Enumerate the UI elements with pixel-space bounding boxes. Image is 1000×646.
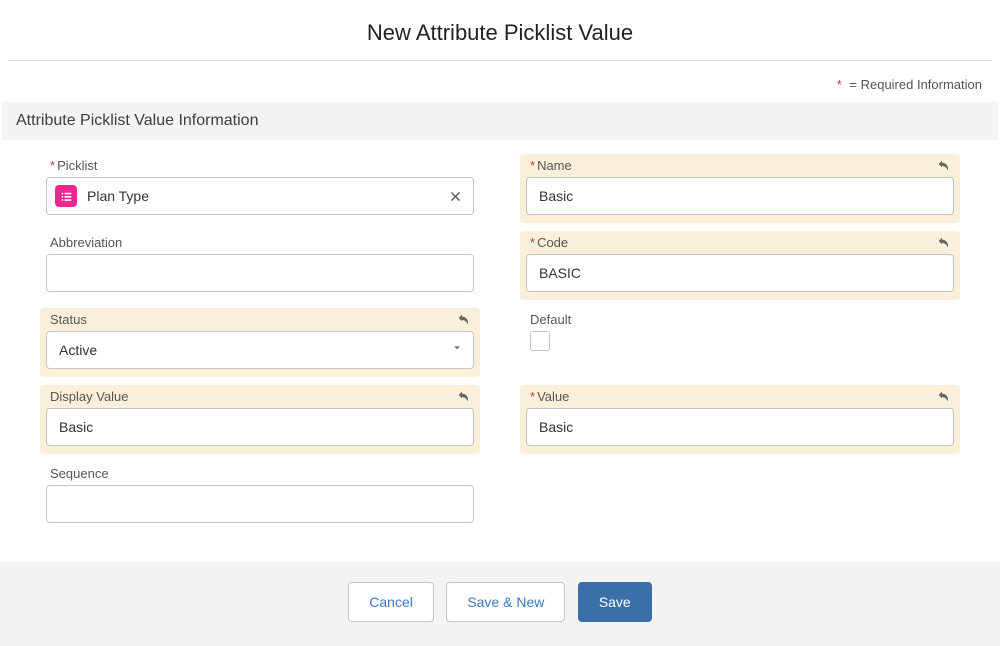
abbreviation-field: Abbreviation — [40, 231, 480, 300]
undo-icon[interactable] — [456, 389, 472, 405]
save-button[interactable]: Save — [578, 582, 652, 622]
display-value-label: Display Value — [46, 389, 474, 404]
status-label: Status — [46, 312, 474, 327]
default-label: Default — [526, 312, 954, 327]
default-field: Default — [520, 308, 960, 359]
footer-actions: Cancel Save & New Save — [0, 562, 1000, 646]
cancel-button[interactable]: Cancel — [348, 582, 434, 622]
picklist-field: *Picklist Plan Type — [40, 154, 480, 223]
clear-icon[interactable] — [445, 186, 465, 206]
value-label: *Value — [526, 389, 954, 404]
name-label: *Name — [526, 158, 954, 173]
asterisk-icon: * — [530, 389, 535, 404]
value-field: *Value — [520, 385, 960, 454]
picklist-value: Plan Type — [87, 188, 437, 204]
undo-icon[interactable] — [936, 235, 952, 251]
asterisk-icon: * — [530, 235, 535, 250]
default-checkbox[interactable] — [530, 331, 550, 351]
name-input[interactable] — [526, 177, 954, 215]
section-header: Attribute Picklist Value Information — [2, 102, 998, 140]
display-value-field: Display Value — [40, 385, 480, 454]
required-info-note: * = Required Information — [0, 61, 1000, 102]
asterisk-icon: * — [530, 158, 535, 173]
form-area: *Picklist Plan Type *Name — [0, 140, 1000, 559]
status-select[interactable]: Active — [46, 331, 474, 369]
display-value-input[interactable] — [46, 408, 474, 446]
asterisk-icon: * — [837, 77, 842, 92]
required-note-text: = Required Information — [849, 77, 982, 92]
asterisk-icon: * — [50, 158, 55, 173]
page-title: New Attribute Picklist Value — [0, 0, 1000, 60]
abbreviation-input[interactable] — [46, 254, 474, 292]
abbreviation-label: Abbreviation — [46, 235, 474, 250]
code-label: *Code — [526, 235, 954, 250]
status-field: Status Active — [40, 308, 480, 377]
picklist-label: *Picklist — [46, 158, 474, 173]
save-and-new-button[interactable]: Save & New — [446, 582, 565, 622]
code-input[interactable] — [526, 254, 954, 292]
picklist-icon — [55, 185, 77, 207]
undo-icon[interactable] — [936, 389, 952, 405]
name-field: *Name — [520, 154, 960, 223]
undo-icon[interactable] — [456, 312, 472, 328]
value-input[interactable] — [526, 408, 954, 446]
sequence-field: Sequence — [40, 462, 480, 531]
sequence-label: Sequence — [46, 466, 474, 481]
code-field: *Code — [520, 231, 960, 300]
picklist-lookup[interactable]: Plan Type — [46, 177, 474, 215]
sequence-input[interactable] — [46, 485, 474, 523]
undo-icon[interactable] — [936, 158, 952, 174]
